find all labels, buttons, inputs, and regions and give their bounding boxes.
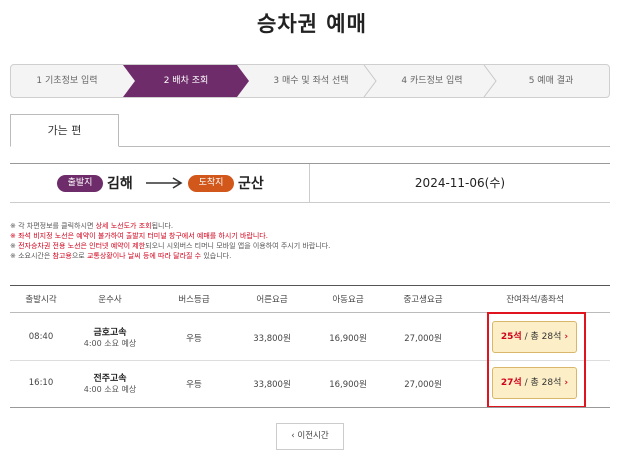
progress-stepper: 1 기초정보 입력 2 배차 조회 3 매수 및 좌석 선택 4 카드정보 입력… [10,64,610,98]
header-company: 운수사 [98,295,122,305]
notice-highlight: 참고용 [52,252,72,260]
arrival-badge: 도착지 [188,175,234,192]
previous-time-label: 이전시간 [297,431,329,441]
adult-fare: 33,800원 [253,380,291,390]
notice-highlight: 상세 노선도가 조회 [95,222,152,230]
step-separator-chevron [363,65,377,97]
step-2-label: 2 배차 조회 [163,76,209,86]
notice-text: 으로 [71,252,87,260]
notice-text: ※ [10,242,19,250]
table-bottom-border [10,407,610,408]
header-bus-grade: 버스등급 [178,295,210,305]
header-departure-time: 출발시각 [25,295,57,305]
arrow-right-icon [146,177,183,189]
bus-grade: 우등 [186,380,202,390]
student-fare: 27,000원 [404,380,442,390]
table-top-border [10,285,610,286]
step-1-label: 1 기초정보 입력 [36,76,98,86]
seat-column-highlight [487,312,586,408]
notice-highlight: 교통상황이나 날씨 등에 따라 달라질 수 [86,252,202,260]
route-summary: 출발지 김해 도착지 군산 2024-11-06(수) [10,163,610,203]
company-name[interactable]: 전주고속 [74,371,146,384]
departure-badge: 출발지 [57,175,103,192]
departure-city: 김해 [107,176,133,192]
step-2-active: 2 배차 조회 [123,65,249,97]
step-3: 3 매수 및 좌석 선택 [249,65,373,97]
header-student-fare: 중고생요금 [403,295,443,305]
notice-text: 있습니다. [201,252,232,260]
departure-date: 2024-11-06(수) [414,176,506,190]
page-title: 승차권 예매 [257,12,367,36]
notice-text: ※ 소요시간은 [10,252,53,260]
notice-text: ※ 각 차편정보를 클릭하시면 [10,222,96,230]
notice-text: 됩니다. [151,222,174,230]
step-5-label: 5 예매 결과 [528,76,574,86]
arrival-city: 군산 [238,176,264,192]
notice-item: ※ 좌석 비지정 노선은 예약이 불가하여 출발지 터미널 창구에서 예매를 하… [10,232,268,240]
step-1: 1 기초정보 입력 [11,65,123,97]
notice-list: ※ 각 차편정보를 클릭하시면 상세 노선도가 조회됩니다. ※ 좌석 비지정 … [10,221,610,261]
header-adult-fare: 어른요금 [256,295,288,305]
step-4: 4 카드정보 입력 [373,65,491,97]
step-3-label: 3 매수 및 좌석 선택 [273,76,349,86]
notice-item: ※ 전자승차권 전용 노선은 인터넷 예약이 제한되오니 시외버스 티머니 모바… [10,241,610,251]
notice-item: ※ 소요시간은 참고용으로 교통상황이나 날씨 등에 따라 달라질 수 있습니다… [10,251,610,261]
departure-time: 16:10 [28,378,54,388]
child-fare: 16,900원 [329,380,367,390]
departure-time: 08:40 [28,332,54,342]
step-4-label: 4 카드정보 입력 [401,76,463,86]
duration: 4:00 소요 예상 [83,339,137,348]
step-5: 5 예매 결과 [491,65,609,97]
header-seats: 잔여좌석/총좌석 [506,295,564,305]
child-fare: 16,900원 [329,334,367,344]
tab-outbound[interactable]: 가는 편 [10,114,119,147]
notice-item: ※ 각 차편정보를 클릭하시면 상세 노선도가 조회됩니다. [10,221,610,231]
company-name[interactable]: 금호고속 [74,325,146,338]
step-separator-chevron [483,65,497,97]
bus-grade: 우등 [186,334,202,344]
student-fare: 27,000원 [404,334,442,344]
header-child-fare: 아동요금 [332,295,364,305]
notice-text: 되오니 시외버스 티머니 모바일 앱을 이용하여 주시기 바랍니다. [145,242,331,250]
duration: 4:00 소요 예상 [83,385,137,394]
notice-highlight: 전자승차권 전용 노선은 인터넷 예약이 제한 [18,242,146,250]
previous-time-button[interactable]: ‹ 이전시간 [276,423,344,450]
adult-fare: 33,800원 [253,334,291,344]
